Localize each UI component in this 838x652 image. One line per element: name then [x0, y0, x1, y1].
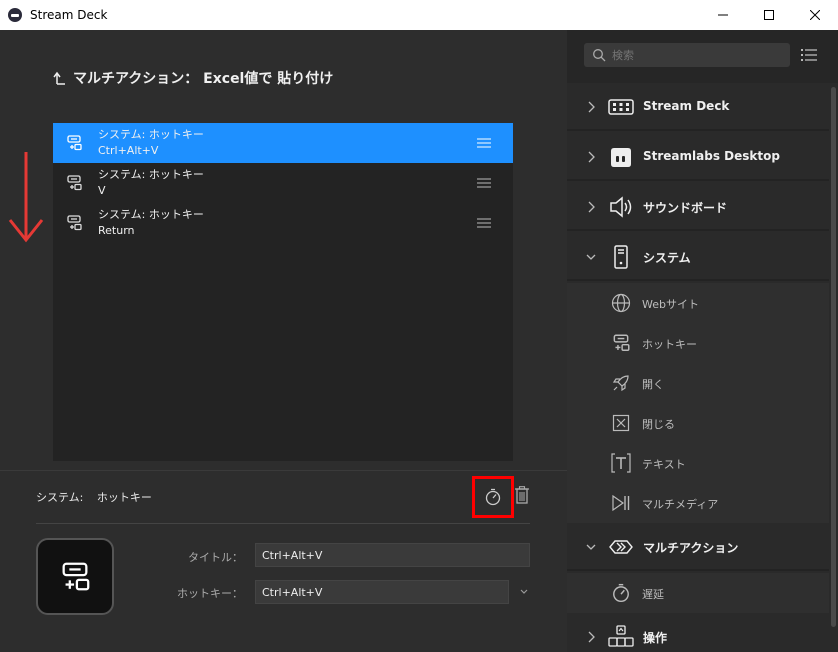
play-pause-icon: [612, 494, 630, 512]
key-preview[interactable]: [36, 538, 114, 615]
timer-icon: [613, 583, 629, 603]
hotkey-icon: [613, 334, 630, 351]
chevron-right-icon: [588, 101, 595, 113]
chevron-right-icon: [588, 201, 595, 213]
action-multimedia[interactable]: マルチメディア: [567, 483, 829, 523]
search-box[interactable]: [584, 43, 790, 67]
drag-handle-icon[interactable]: [477, 138, 491, 148]
action-row[interactable]: システム: ホットキー Return: [53, 203, 513, 243]
props-divider: [36, 523, 530, 524]
minimize-button[interactable]: [700, 0, 746, 30]
action-label: 閉じる: [642, 418, 675, 431]
action-row-text: システム: ホットキー Return: [98, 208, 204, 237]
action-hotkey[interactable]: ホットキー: [567, 323, 829, 363]
category-stream-deck[interactable]: Stream Deck: [567, 83, 829, 131]
multiaction-editor: マルチアクション： Excel値で 貼り付け システム: ホットキー Ctrl+…: [0, 30, 567, 470]
streamlabs-icon: [611, 148, 631, 167]
maximize-icon: [764, 10, 774, 20]
trash-icon[interactable]: [514, 486, 530, 504]
app-icon: [8, 8, 22, 22]
action-list: システム: ホットキー Ctrl+Alt+V システム: ホットキー V システ…: [53, 123, 513, 461]
page-title: マルチアクション： Excel値で 貼り付け: [53, 68, 333, 88]
property-inspector: システム: ホットキー タイトル： Ctrl+Alt+V ホットキー： Ctrl…: [0, 470, 567, 652]
category-label: Stream Deck: [643, 99, 730, 113]
chevron-right-icon: [588, 631, 595, 643]
props-category: システム:: [36, 491, 84, 504]
drag-handle-icon[interactable]: [477, 178, 491, 188]
timer-icon: [485, 488, 501, 506]
action-delay[interactable]: 遅延: [567, 573, 829, 613]
title-label: タイトル：: [188, 551, 243, 564]
close-box-icon: [612, 414, 630, 432]
search-icon: [593, 49, 606, 62]
action-row[interactable]: システム: ホットキー Ctrl+Alt+V: [53, 123, 513, 163]
action-website[interactable]: Webサイト: [567, 283, 829, 323]
list-view-icon[interactable]: [800, 46, 818, 64]
back-arrow-icon[interactable]: [53, 71, 67, 85]
action-label: 遅延: [642, 588, 664, 601]
hotkey-icon: [67, 175, 82, 191]
action-open[interactable]: 開く: [567, 363, 829, 403]
drag-handle-icon[interactable]: [477, 218, 491, 228]
minimize-icon: [718, 14, 728, 16]
action-row[interactable]: システム: ホットキー V: [53, 163, 513, 203]
close-icon: [810, 10, 820, 20]
hotkey-icon: [62, 562, 90, 590]
red-down-arrow-annotation: [8, 152, 44, 243]
action-label: 開く: [642, 378, 664, 391]
add-delay-button[interactable]: [472, 476, 514, 518]
multi-chevron-icon: [609, 540, 633, 554]
category-label: サウンドボード: [643, 201, 728, 215]
search-input[interactable]: [612, 48, 782, 62]
hotkey-icon: [67, 135, 82, 151]
sidebar-scrollbar[interactable]: [829, 83, 838, 652]
category-label: システム: [643, 251, 691, 265]
arrow-keys-icon: [608, 625, 634, 647]
action-text[interactable]: テキスト: [567, 443, 829, 483]
chevron-down-icon[interactable]: [519, 588, 529, 596]
category-label: 操作: [643, 631, 668, 645]
chevron-down-icon: [586, 254, 596, 260]
category-soundboard[interactable]: サウンドボード: [567, 183, 829, 231]
globe-icon: [611, 293, 631, 313]
category-streamlabs-desktop[interactable]: Streamlabs Desktop: [567, 133, 829, 181]
action-sidebar: Stream Deck Streamlabs Desktop サウンドボード: [567, 30, 838, 652]
category-multiaction[interactable]: マルチアクション: [567, 523, 829, 571]
props-header: システム: ホットキー: [36, 489, 152, 505]
scroll-thumb[interactable]: [831, 87, 836, 627]
hotkey-label: ホットキー：: [177, 587, 243, 600]
computer-tower-icon: [614, 245, 628, 269]
rocket-icon: [612, 375, 629, 392]
category-system[interactable]: システム: [567, 233, 829, 281]
hotkey-select[interactable]: Ctrl+Alt+V: [255, 580, 509, 604]
window-controls: [700, 0, 838, 30]
action-label: Webサイト: [642, 298, 699, 311]
action-label: テキスト: [642, 458, 686, 471]
title-bar: Stream Deck: [0, 0, 838, 30]
props-action-name: ホットキー: [96, 491, 152, 504]
close-window-button[interactable]: [792, 0, 838, 30]
action-row-text: システム: ホットキー Ctrl+Alt+V: [98, 128, 204, 157]
chevron-down-icon: [586, 544, 596, 550]
window-title: Stream Deck: [30, 8, 108, 22]
title-input[interactable]: Ctrl+Alt+V: [255, 543, 530, 567]
maximize-button[interactable]: [746, 0, 792, 30]
category-label: マルチアクション: [643, 541, 739, 555]
hotkey-icon: [67, 215, 82, 231]
stream-deck-icon: [608, 99, 634, 115]
chevron-right-icon: [588, 151, 595, 163]
category-operation[interactable]: 操作: [567, 613, 829, 652]
action-row-text: システム: ホットキー V: [98, 168, 204, 197]
page-title-text: マルチアクション： Excel値で 貼り付け: [73, 71, 334, 87]
action-close[interactable]: 閉じる: [567, 403, 829, 443]
action-label: ホットキー: [642, 338, 697, 351]
text-icon: [611, 453, 631, 473]
category-label: Streamlabs Desktop: [643, 149, 780, 163]
speaker-icon: [610, 196, 632, 218]
category-list: Stream Deck Streamlabs Desktop サウンドボード シ…: [567, 83, 829, 652]
action-label: マルチメディア: [642, 498, 719, 511]
